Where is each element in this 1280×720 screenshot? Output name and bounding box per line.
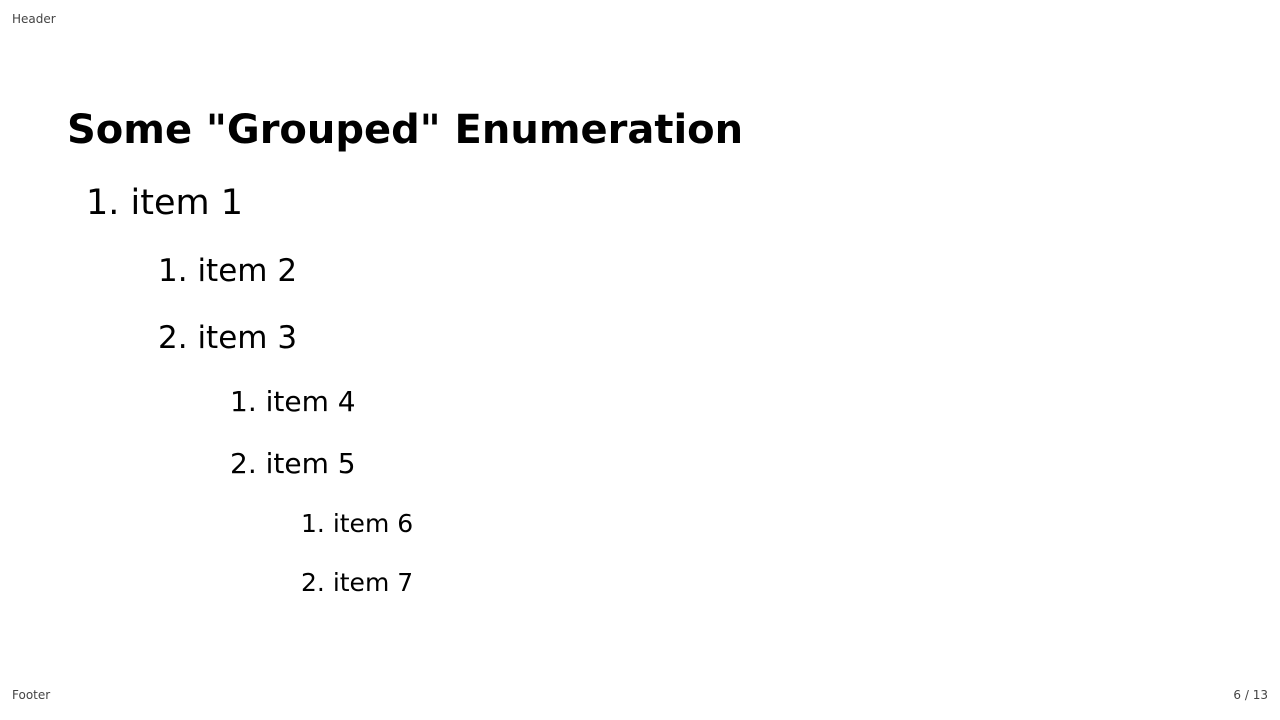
slide: Header Some "Grouped" Enumeration 1. ite… xyxy=(0,0,1280,720)
list-item-text: item 4 xyxy=(265,385,356,418)
list-item-level-3: 1. item 4 xyxy=(230,386,356,418)
list-number: 2. xyxy=(301,568,325,597)
slide-header: Header xyxy=(12,12,56,26)
list-item-level-4: 2. item 7 xyxy=(301,568,413,598)
list-item-text: item 2 xyxy=(197,253,298,289)
list-item-text: item 5 xyxy=(265,447,356,480)
list-number: 1. xyxy=(158,253,188,289)
list-item-level-2: 2. item 3 xyxy=(158,320,297,356)
list-number: 1. xyxy=(230,385,257,418)
slide-title: Some "Grouped" Enumeration xyxy=(67,107,744,153)
list-number: 1. xyxy=(301,509,325,538)
list-item-text: item 6 xyxy=(332,509,414,538)
list-item-text: item 1 xyxy=(130,183,244,223)
list-item-level-3: 2. item 5 xyxy=(230,448,356,480)
slide-footer: Footer xyxy=(12,688,51,702)
list-number: 2. xyxy=(230,447,257,480)
list-item-level-2: 1. item 2 xyxy=(158,253,297,289)
list-item-level-4: 1. item 6 xyxy=(301,509,413,539)
list-number: 1. xyxy=(86,183,120,223)
list-item-text: item 7 xyxy=(332,568,414,597)
list-item-level-1: 1. item 1 xyxy=(86,183,243,223)
page-number: 6 / 13 xyxy=(1233,688,1268,702)
list-number: 2. xyxy=(158,320,188,356)
list-item-text: item 3 xyxy=(197,320,298,356)
